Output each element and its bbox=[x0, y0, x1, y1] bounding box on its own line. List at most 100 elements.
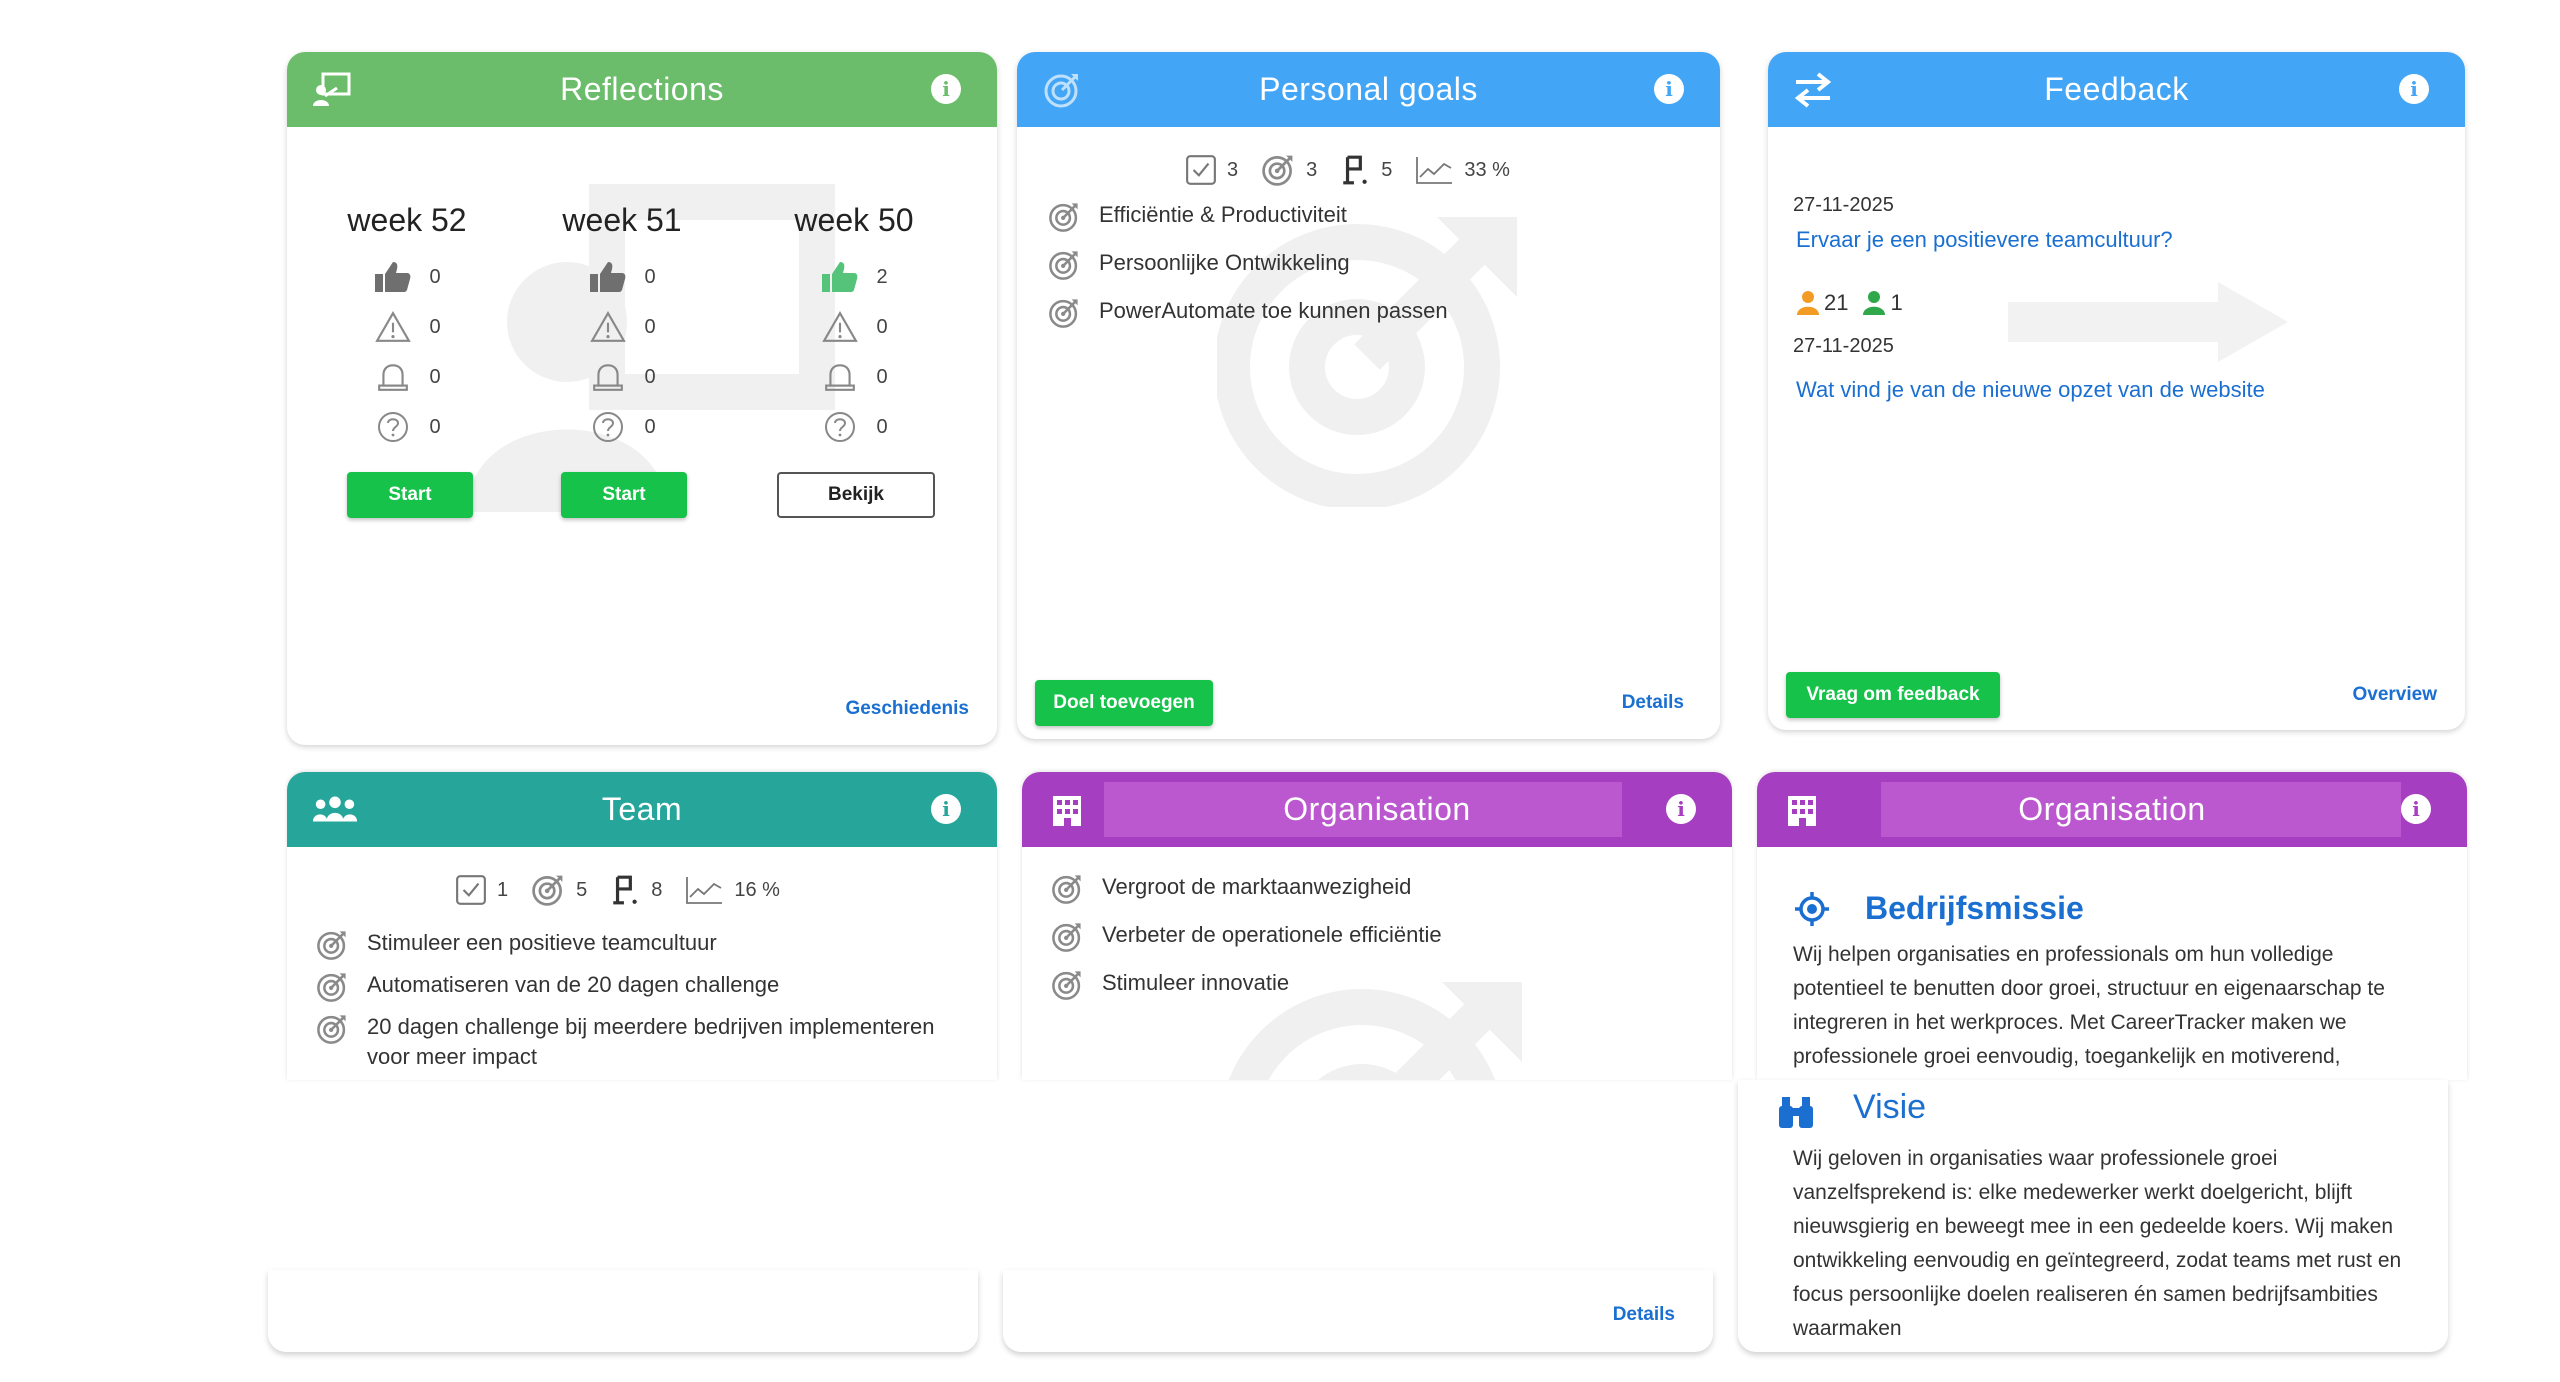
feedback-card: Feedback i 27-11-2025 Ervaar je een posi… bbox=[1768, 52, 2465, 730]
target-icon bbox=[1047, 248, 1081, 282]
goal-label: PowerAutomate toe kunnen passen bbox=[1099, 298, 1448, 323]
goals-stats: 3 3 5 33 % bbox=[1185, 152, 1532, 188]
history-link[interactable]: Geschiedenis bbox=[845, 698, 969, 720]
add-goal-button[interactable]: Doel toevoegen bbox=[1035, 680, 1213, 726]
goal-label: Automatiseren van de 20 dagen challenge bbox=[367, 972, 780, 997]
vision-text: Wij geloven in organisaties waar profess… bbox=[1793, 1147, 2402, 1340]
likes-count: 2 bbox=[876, 265, 888, 288]
team-title: Team bbox=[601, 791, 683, 827]
week-column: week 51 0 0 0 0 bbox=[547, 202, 697, 452]
goal-item[interactable]: Stimuleer een positieve teamcultuur bbox=[315, 928, 975, 962]
questions-row: 0 bbox=[547, 402, 697, 452]
info-icon[interactable]: i bbox=[1666, 794, 1696, 824]
info-icon[interactable]: i bbox=[2399, 74, 2429, 104]
target-icon bbox=[315, 1012, 349, 1046]
target-icon bbox=[1050, 920, 1084, 954]
reflections-header: Reflections i bbox=[287, 52, 997, 127]
week-label: week 50 bbox=[794, 202, 914, 238]
questions-count: 0 bbox=[429, 415, 441, 438]
thumbs-up-icon bbox=[820, 260, 860, 294]
bells-count: 0 bbox=[644, 365, 656, 388]
warning-icon bbox=[820, 310, 860, 344]
goal-item[interactable]: PowerAutomate toe kunnen passen bbox=[1047, 296, 1687, 330]
goal-item[interactable]: Vergroot de marktaanwezigheid bbox=[1050, 872, 1690, 906]
reflections-card: Reflections i week 52 0 0 0 0 Start week… bbox=[287, 52, 997, 745]
goal-item[interactable]: Automatiseren van de 20 dagen challenge bbox=[315, 970, 975, 1004]
progress-stat: 16 % bbox=[684, 875, 780, 905]
likes-count: 0 bbox=[429, 265, 441, 288]
milestones-count: 5 bbox=[1381, 158, 1393, 181]
goal-item[interactable]: 20 dagen challenge bij meerdere bedrijve… bbox=[315, 1012, 975, 1072]
person-icon bbox=[1863, 291, 1886, 315]
mission-text: Wij helpen organisaties en professionals… bbox=[1793, 943, 2385, 1068]
bells-row: 0 bbox=[779, 352, 929, 402]
thumbs-up-icon bbox=[373, 260, 413, 294]
organisation-title: Organisation bbox=[2018, 791, 2206, 827]
goals-stat: 3 bbox=[1260, 152, 1317, 188]
organisation-header: Organisation i bbox=[1022, 772, 1732, 847]
goals-count: 3 bbox=[1306, 158, 1318, 181]
vision-title: Visie bbox=[1853, 1088, 1927, 1126]
week-label: week 52 bbox=[347, 202, 467, 238]
start-button[interactable]: Start bbox=[347, 472, 473, 518]
chart-icon bbox=[684, 875, 724, 905]
checkbox-icon bbox=[455, 874, 487, 906]
goal-item[interactable]: Persoonlijke Ontwikkeling bbox=[1047, 248, 1687, 282]
mission-title: Bedrijfsmissie bbox=[1865, 890, 2084, 926]
warnings-row: 0 bbox=[779, 302, 929, 352]
goal-label: Stimuleer innovatie bbox=[1102, 970, 1290, 995]
team-goals-list: Stimuleer een positieve teamcultuur Auto… bbox=[315, 928, 975, 1080]
likes-row: 2 bbox=[779, 252, 929, 302]
warnings-count: 0 bbox=[876, 315, 888, 338]
info-icon[interactable]: i bbox=[2401, 794, 2431, 824]
organisation-mission-card: Organisation i Bedrijfsmissie Wij helpen… bbox=[1757, 772, 2467, 1080]
feedback-question-link[interactable]: Ervaar je een positievere teamcultuur? bbox=[1796, 227, 2173, 253]
target-icon bbox=[1047, 296, 1081, 330]
team-header: Team i bbox=[287, 772, 997, 847]
completed-count: 3 bbox=[1227, 158, 1239, 181]
info-icon[interactable]: i bbox=[931, 74, 961, 104]
warning-icon bbox=[373, 310, 413, 344]
goals-list: Efficiëntie & Productiviteit Persoonlijk… bbox=[1047, 200, 1687, 344]
questions-row: 0 bbox=[332, 402, 482, 452]
completed-stat: 1 bbox=[455, 874, 508, 906]
responses-count: 1 bbox=[1890, 290, 1903, 315]
feedback-date: 27-11-2025 bbox=[1793, 194, 1894, 216]
details-link[interactable]: Details bbox=[1622, 692, 1684, 714]
ask-feedback-button[interactable]: Vraag om feedback bbox=[1786, 672, 2000, 718]
completed-count: 1 bbox=[497, 878, 509, 901]
goal-item[interactable]: Verbeter de operationele efficiëntie bbox=[1050, 920, 1690, 954]
goal-label: Vergroot de marktaanwezigheid bbox=[1102, 874, 1412, 899]
questions-count: 0 bbox=[876, 415, 888, 438]
goal-label: Efficiëntie & Productiviteit bbox=[1099, 202, 1347, 227]
question-icon bbox=[588, 410, 628, 444]
flag-icon bbox=[1339, 154, 1371, 186]
organisation-goals-card: Organisation i Vergroot de marktaanwezig… bbox=[1022, 772, 1732, 1080]
chart-icon bbox=[1414, 155, 1454, 185]
start-button[interactable]: Start bbox=[561, 472, 687, 518]
bells-row: 0 bbox=[332, 352, 482, 402]
organisation-mission-footer: Visie Wij geloven in organisaties waar p… bbox=[1738, 1080, 2448, 1352]
team-stats: 1 5 8 16 % bbox=[455, 872, 802, 908]
view-button[interactable]: Bekijk bbox=[777, 472, 935, 518]
target-icon bbox=[530, 872, 566, 908]
bell-icon bbox=[588, 360, 628, 394]
goals-stat: 5 bbox=[530, 872, 587, 908]
details-link[interactable]: Details bbox=[1613, 1304, 1675, 1326]
feedback-responses: 21 1 bbox=[1796, 290, 1903, 316]
goal-item[interactable]: Efficiëntie & Productiviteit bbox=[1047, 200, 1687, 234]
overview-link[interactable]: Overview bbox=[2353, 684, 2438, 706]
goal-label: Persoonlijke Ontwikkeling bbox=[1099, 250, 1350, 275]
warnings-row: 0 bbox=[547, 302, 697, 352]
goal-item[interactable]: Stimuleer innovatie bbox=[1050, 968, 1690, 1002]
goal-label: Verbeter de operationele efficiëntie bbox=[1102, 922, 1442, 947]
reflections-title: Reflections bbox=[560, 71, 724, 107]
info-icon[interactable]: i bbox=[1654, 74, 1684, 104]
week-column: week 52 0 0 0 0 bbox=[332, 202, 482, 452]
question-icon bbox=[820, 410, 860, 444]
info-icon[interactable]: i bbox=[931, 794, 961, 824]
target-icon bbox=[1050, 872, 1084, 906]
person-icon bbox=[1797, 291, 1819, 315]
feedback-question-link[interactable]: Wat vind je van de nieuwe opzet van de w… bbox=[1796, 377, 2265, 403]
goal-label: Stimuleer een positieve teamcultuur bbox=[367, 930, 717, 955]
